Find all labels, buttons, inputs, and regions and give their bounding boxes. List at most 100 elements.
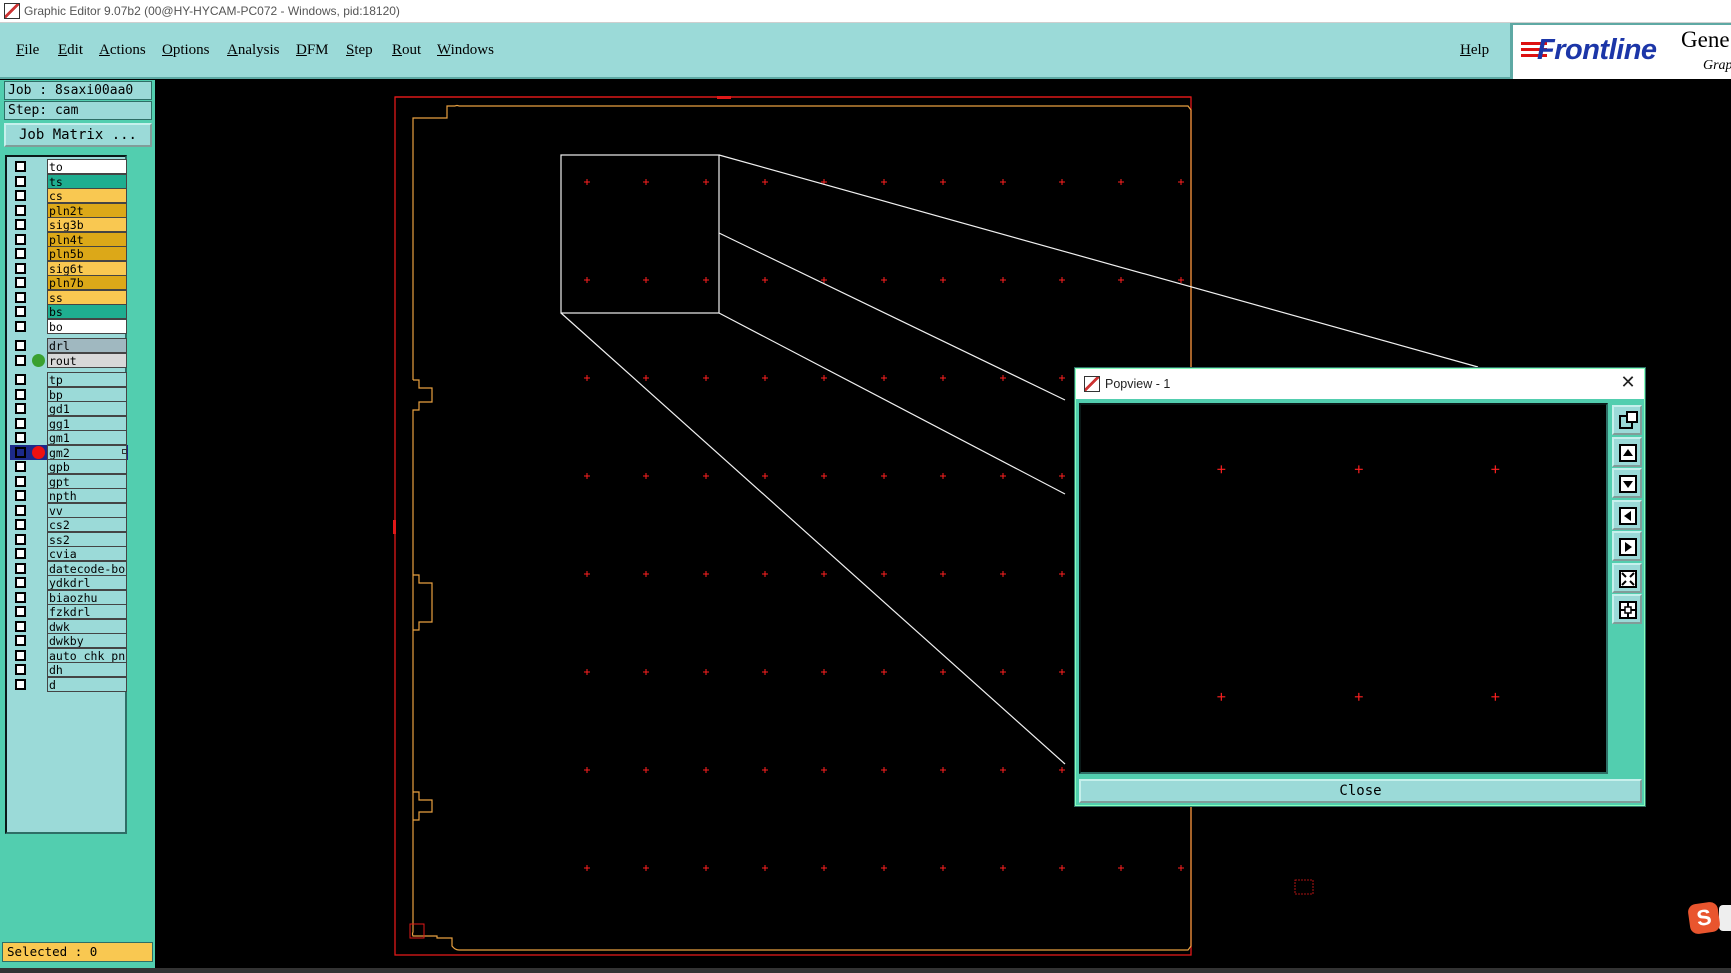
layer-name[interactable]: d	[47, 676, 127, 692]
layer-row-ss2[interactable]: ss2	[10, 531, 128, 547]
layer-name[interactable]: rout	[47, 352, 127, 368]
layer-name[interactable]: dwkby	[47, 633, 127, 648]
layer-checkbox[interactable]	[15, 475, 26, 487]
layer-checkbox[interactable]	[15, 620, 26, 632]
layer-name[interactable]: pln5b	[47, 246, 127, 261]
menu-edit[interactable]: Edit	[58, 42, 83, 59]
layer-name[interactable]: sig6t	[47, 260, 127, 276]
layer-row-drl[interactable]: drl	[10, 338, 128, 353]
zoom-center-icon[interactable]	[1612, 594, 1642, 624]
layer-checkbox[interactable]	[15, 175, 26, 187]
layer-checkbox[interactable]	[15, 204, 26, 216]
layer-checkbox[interactable]	[15, 388, 26, 400]
menu-rout[interactable]: Rout	[392, 42, 421, 59]
menu-dfm[interactable]: DFM	[296, 42, 329, 59]
layer-name[interactable]: cs2	[47, 517, 127, 532]
layer-row-datecode-bo[interactable]: datecode-bo	[10, 560, 128, 576]
zoom-window-icon[interactable]	[1612, 405, 1642, 435]
layer-row-dh[interactable]: dh	[10, 662, 128, 677]
layer-row-sig6t[interactable]: sig6t	[10, 260, 128, 276]
layer-row-auto_chk_pnl[interactable]: auto_chk_pnl	[10, 647, 128, 663]
layer-name[interactable]: gg1	[47, 415, 127, 431]
menu-file[interactable]: File	[16, 42, 39, 59]
layer-row-tp[interactable]: tp	[10, 372, 128, 387]
layer-name[interactable]: bs	[47, 304, 127, 319]
pan-down-icon[interactable]	[1612, 468, 1642, 498]
menu-windows[interactable]: Windows	[437, 42, 494, 59]
job-matrix-button[interactable]: Job Matrix ...	[4, 123, 152, 147]
layer-checkbox[interactable]	[15, 161, 26, 172]
layer-row-npth[interactable]: npth	[10, 488, 128, 503]
layer-name[interactable]: pln4t	[47, 231, 127, 247]
pan-right-icon[interactable]	[1612, 531, 1642, 561]
pan-left-icon[interactable]	[1612, 499, 1642, 530]
layer-name[interactable]: vv	[47, 502, 127, 518]
layer-row-ss[interactable]: ss	[10, 289, 128, 305]
layer-checkbox[interactable]	[15, 190, 26, 201]
layer-checkbox[interactable]	[15, 446, 26, 458]
layer-row-fzkdrl[interactable]: fzkdrl	[10, 604, 128, 619]
layer-name[interactable]: sig3b	[47, 217, 127, 232]
menu-step[interactable]: Step	[346, 42, 373, 59]
layer-checkbox[interactable]	[15, 461, 26, 472]
layer-checkbox[interactable]	[15, 219, 26, 230]
layer-checkbox[interactable]	[15, 354, 26, 366]
zoom-fit-icon[interactable]	[1612, 562, 1642, 593]
layer-name[interactable]: to	[47, 159, 127, 174]
layer-name[interactable]: dh	[47, 662, 127, 677]
popview-title-bar[interactable]: Popview - 1	[1076, 369, 1644, 399]
layer-checkbox[interactable]	[15, 649, 26, 661]
layer-row-cs[interactable]: cs	[10, 188, 128, 203]
layer-checkbox[interactable]	[15, 374, 26, 385]
layer-name[interactable]: ydkdrl	[47, 575, 127, 590]
layer-name[interactable]: gpb	[47, 459, 127, 474]
menu-options[interactable]: Options	[162, 42, 210, 59]
layer-name[interactable]: ts	[47, 173, 127, 189]
layer-name[interactable]: gpt	[47, 473, 127, 489]
layer-name[interactable]: biaozhu	[47, 589, 127, 605]
layer-row-dwk[interactable]: dwk	[10, 618, 128, 634]
layer-checkbox[interactable]	[15, 533, 26, 545]
layer-checkbox[interactable]	[15, 664, 26, 675]
layer-row-bs[interactable]: bs	[10, 304, 128, 319]
pan-up-icon[interactable]	[1612, 436, 1642, 467]
layer-name[interactable]: auto_chk_pnl	[47, 647, 127, 663]
layer-row-sig3b[interactable]: sig3b	[10, 217, 128, 232]
layer-name[interactable]: drl	[47, 338, 127, 353]
layer-checkbox[interactable]	[15, 562, 26, 574]
layer-name[interactable]: ss	[47, 289, 127, 305]
layer-checkbox[interactable]	[15, 548, 26, 559]
layer-name[interactable]: npth	[47, 488, 127, 503]
layer-row-d[interactable]: d	[10, 676, 128, 692]
layer-row-vv[interactable]: vv	[10, 502, 128, 518]
layer-row-gm1[interactable]: gm1	[10, 430, 128, 445]
layer-row-ydkdrl[interactable]: ydkdrl	[10, 575, 128, 590]
layer-checkbox[interactable]	[15, 262, 26, 274]
layer-name[interactable]: gd1	[47, 401, 127, 416]
layer-row-gd1[interactable]: gd1	[10, 401, 128, 416]
layer-checkbox[interactable]	[15, 678, 26, 690]
layer-row-gg1[interactable]: gg1	[10, 415, 128, 431]
layer-name[interactable]: tp	[47, 372, 127, 387]
layer-name[interactable]: datecode-bo	[47, 560, 127, 576]
layer-row-gm2[interactable]: gm2	[10, 444, 128, 460]
layer-row-pln5b[interactable]: pln5b	[10, 246, 128, 261]
menu-actions[interactable]: Actions	[99, 42, 146, 59]
layer-name[interactable]: cs	[47, 188, 127, 203]
menu-help[interactable]: Help	[1460, 42, 1489, 59]
layer-row-dwkby[interactable]: dwkby	[10, 633, 128, 648]
layer-name[interactable]: bo	[47, 318, 127, 334]
menu-analysis[interactable]: Analysis	[227, 42, 280, 59]
layer-row-biaozhu[interactable]: biaozhu	[10, 589, 128, 605]
layer-checkbox[interactable]	[15, 606, 26, 617]
layer-name[interactable]: dwk	[47, 618, 127, 634]
layer-checkbox[interactable]	[15, 248, 26, 259]
layer-checkbox[interactable]	[15, 490, 26, 501]
ime-tray-icon[interactable]: S	[1687, 901, 1721, 935]
layer-row-bo[interactable]: bo	[10, 318, 128, 334]
layer-name[interactable]: ss2	[47, 531, 127, 547]
layer-name[interactable]: pln2t	[47, 202, 127, 218]
layer-name[interactable]: bp	[47, 386, 127, 402]
layer-checkbox[interactable]	[15, 417, 26, 429]
layer-row-rout[interactable]: rout	[10, 352, 128, 368]
